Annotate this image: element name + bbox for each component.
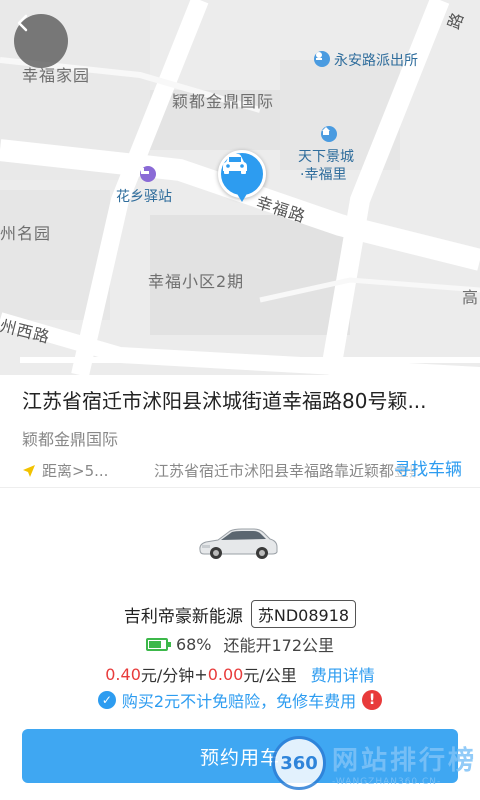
price-plus: +	[194, 664, 208, 684]
map-label-xingfuli: ·幸福里	[300, 167, 347, 183]
price-per-minute: 0.40	[105, 664, 141, 684]
watermark-title: 网站排行榜	[332, 745, 478, 776]
map-label-gao: 高	[462, 288, 480, 307]
fee-detail-link[interactable]: 费用详情	[311, 662, 375, 686]
car-icon	[223, 154, 247, 174]
range-text: 还能开172公里	[223, 636, 335, 655]
map-label-police: 永安路派出所	[334, 53, 418, 69]
price-row: 0.40 元/分钟 + 0.00 元/公里 费用详情	[0, 662, 480, 686]
car-model: 吉利帝豪新能源	[123, 606, 243, 627]
chevron-left-icon	[17, 14, 28, 32]
map-label-huaxiang: 花乡驿站	[116, 189, 172, 205]
price-per-km: 0.00	[207, 664, 244, 684]
hotel-icon	[140, 166, 156, 182]
distance-text: 距离>5...	[42, 462, 109, 480]
address-title: 江苏省宿迁市沭阳县沭城街道幸福路80号颖...	[22, 389, 427, 413]
price-km-unit: 元/公里	[243, 666, 297, 685]
license-plate: 苏ND08918	[250, 600, 357, 628]
map-label-xingfu-xiaoqu: 幸福小区2期	[148, 272, 245, 291]
insurance-text: 购买2元不计免赔险，免修车费用	[121, 692, 357, 711]
nearby-text: 江苏省宿迁市沭阳县幸福路靠近颖都金鼎国际	[154, 462, 416, 480]
address-subtitle: 颖都金鼎国际	[22, 430, 119, 449]
map-label-zhou-mingyuan: 州名园	[0, 224, 52, 243]
marker-pin	[236, 192, 248, 202]
police-icon	[314, 51, 330, 67]
check-icon[interactable]: ✓	[97, 691, 116, 709]
car-image	[199, 528, 278, 559]
navigation-arrow-icon	[23, 464, 35, 477]
map-view[interactable]: 幸福家园 颖都金鼎国际 永安路派出所 天下景城 ·幸福里 花乡驿站 幸福路 州名…	[0, 0, 480, 375]
address-detail-row: 距离>5... 江苏省宿迁市沭阳县幸福路靠近颖都金鼎国际	[22, 460, 458, 481]
watermark-url: -WANGZHAN360.CN-	[332, 776, 442, 787]
car-name-row: 吉利帝豪新能源 苏ND08918	[0, 600, 480, 628]
map-label-tianxia: 天下景城	[298, 149, 354, 165]
building-icon	[321, 126, 337, 142]
battery-icon	[145, 637, 171, 651]
back-button[interactable]	[14, 14, 68, 68]
battery-row: 68% 还能开172公里	[0, 632, 480, 656]
address-panel: 江苏省宿迁市沭阳县沭城街道幸福路80号颖... 颖都金鼎国际 距离>5... 江…	[0, 375, 480, 487]
find-car-button[interactable]: 寻找车辆	[394, 455, 462, 480]
car-location-marker[interactable]	[218, 150, 266, 198]
battery-percent: 68%	[175, 634, 212, 654]
warning-icon[interactable]: !	[362, 690, 383, 710]
watermark-badge: 360	[272, 736, 326, 790]
insurance-row[interactable]: ✓ 购买2元不计免赔险，免修车费用 !	[0, 688, 480, 712]
map-label-yingdu-jinding: 颖都金鼎国际	[172, 92, 275, 111]
watermark-logo: 360 网站排行榜 -WANGZHAN360.CN-	[272, 736, 477, 790]
price-minute-unit: 元/分钟	[140, 666, 195, 685]
